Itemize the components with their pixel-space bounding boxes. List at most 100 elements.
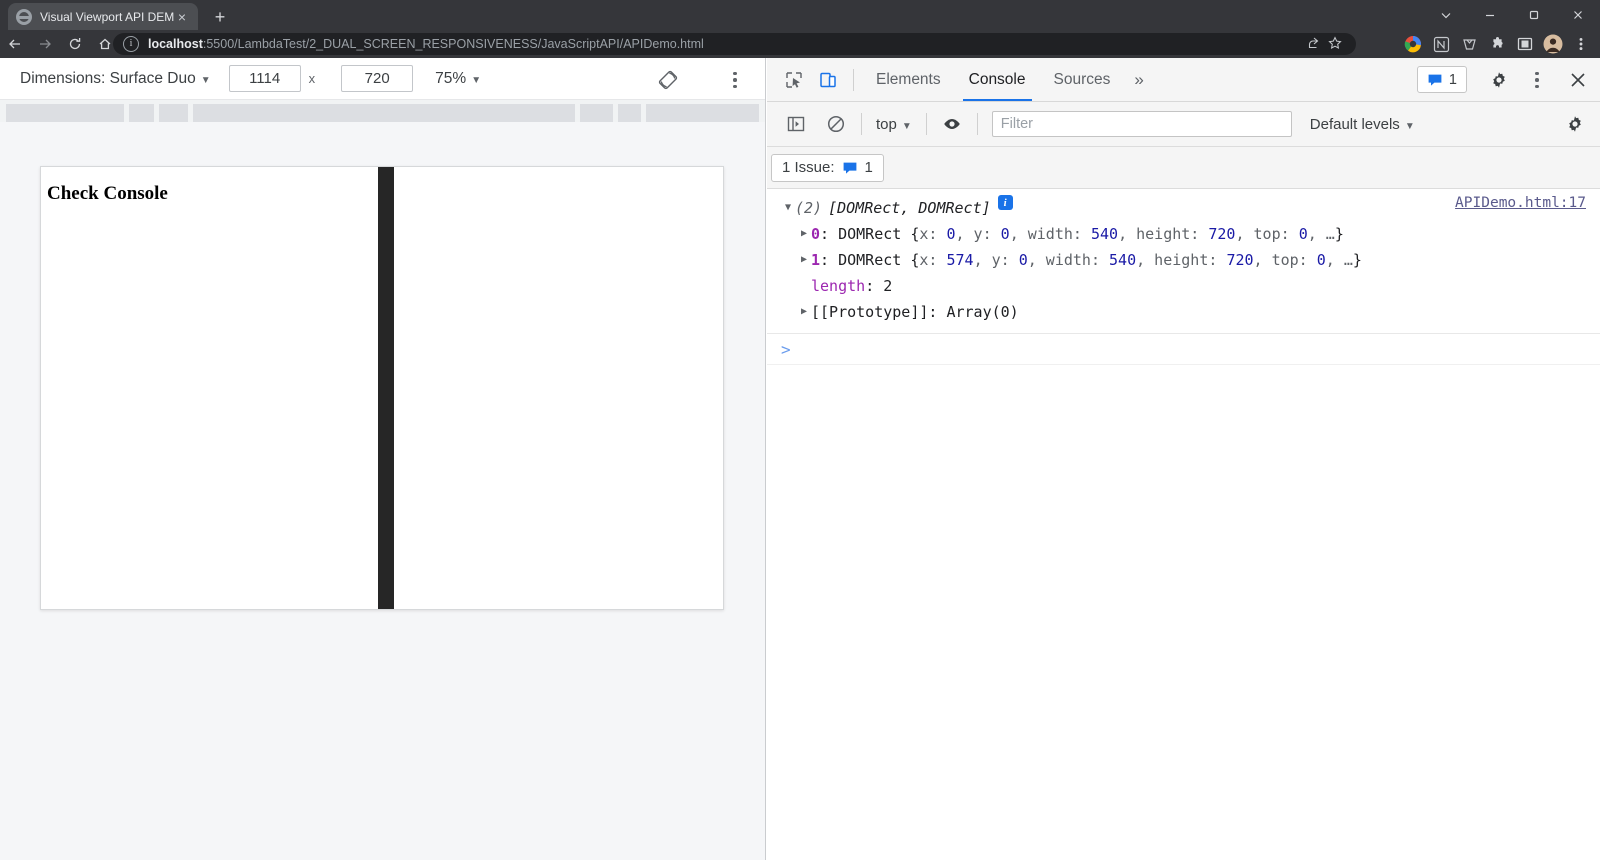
console-toolbar: top ▼ Filter Default levels ▼ (767, 102, 1600, 147)
kebab-dot (733, 71, 737, 76)
tab-strip-bar: Visual Viewport API DEMO. × + (0, 0, 1600, 30)
app-icon[interactable] (1456, 31, 1482, 57)
prototype-key: [[Prototype]] (811, 303, 929, 321)
chrome-menu-kebab[interactable] (1568, 31, 1594, 57)
browser-tab[interactable]: Visual Viewport API DEMO. × (8, 3, 198, 30)
length-value: 2 (883, 277, 893, 295)
tab-title: Visual Viewport API DEMO. (40, 9, 174, 24)
extensions-puzzle-icon[interactable] (1484, 31, 1510, 57)
divider (853, 68, 854, 91)
back-icon[interactable] (0, 30, 30, 58)
divider (976, 113, 978, 135)
devtools-header: Elements Console Sources » 1 (767, 58, 1600, 102)
site-info-icon[interactable]: i (123, 36, 139, 52)
item-type: DOMRect (838, 251, 902, 269)
array-item-row[interactable]: ▶ 0 : DOMRect {x: 0, y: 0, width: 540, h… (781, 221, 1590, 247)
item-type: DOMRect (838, 225, 902, 243)
device-viewport-wrapper: Check Console (40, 166, 724, 610)
page-viewport[interactable]: Check Console (40, 166, 724, 610)
clear-console-icon[interactable] (819, 109, 853, 139)
console-log-entry[interactable]: APIDemo.html:17 ▼ (2) [DOMRect, DOMRect] … (767, 189, 1600, 334)
zoom-dropdown[interactable]: 75% ▼ (435, 70, 481, 88)
log-levels-dropdown[interactable]: Default levels ▼ (1310, 116, 1415, 133)
new-tab-button[interactable]: + (208, 5, 232, 29)
chevron-down-icon: ▼ (200, 74, 211, 86)
source-link[interactable]: APIDemo.html:17 (1455, 195, 1586, 211)
tab-console[interactable]: Console (955, 58, 1040, 101)
gear-icon[interactable] (1486, 67, 1512, 93)
toggle-device-toolbar-icon[interactable] (811, 65, 845, 95)
page-title: Check Console (47, 183, 168, 204)
filter-input[interactable]: Filter (991, 111, 1292, 137)
rotate-device-icon[interactable] (655, 67, 681, 93)
avatar[interactable] (1540, 31, 1566, 57)
device-dimensions-label: Dimensions: Surface Duo (20, 69, 196, 87)
device-toolbar: Dimensions: Surface Duo ▼ 1114 x 720 75% ▼ (0, 58, 765, 100)
divider (925, 113, 927, 135)
dimension-separator: x (308, 71, 316, 86)
issues-badge-button[interactable]: 1 (1416, 66, 1467, 93)
ruler-segment (618, 104, 641, 122)
live-expression-eye-icon[interactable] (935, 109, 969, 139)
info-badge-icon[interactable]: i (997, 195, 1013, 210)
restore-icon[interactable] (1512, 0, 1556, 30)
devtools-menu-kebab[interactable] (1524, 66, 1550, 94)
tab-elements[interactable]: Elements (862, 58, 955, 101)
array-item-row[interactable]: ▶ 1 : DOMRect {x: 574, y: 0, width: 540,… (781, 247, 1590, 273)
close-devtools-icon[interactable] (1564, 67, 1592, 93)
length-colon: : (865, 277, 884, 295)
close-icon[interactable] (1556, 0, 1600, 30)
issue-message-icon (843, 162, 856, 174)
viewport-width-input[interactable]: 1114 (228, 65, 301, 92)
device-dimensions-dropdown[interactable]: Dimensions: Surface Duo ▼ (20, 70, 211, 88)
bookmark-star-icon[interactable] (1324, 35, 1346, 53)
url-path: :5500/LambdaTest/2_DUAL_SCREEN_RESPONSIV… (202, 37, 704, 51)
close-icon[interactable]: × (174, 10, 190, 24)
chevron-down-icon: ▼ (901, 120, 912, 132)
length-row: length : 2 (781, 273, 1590, 299)
divider (861, 113, 862, 135)
ruler-segment (6, 104, 124, 122)
issue-message-icon (1428, 74, 1442, 86)
issues-label: 1 Issue: (782, 159, 835, 176)
inspect-element-icon[interactable] (777, 65, 811, 95)
chevron-down-icon[interactable]: ▼ (781, 195, 795, 221)
ruler-segment (580, 104, 613, 122)
kebab-dot (1535, 78, 1539, 82)
browser-toolbar-icons (1400, 31, 1594, 57)
tab-strip: Visual Viewport API DEMO. × + (0, 0, 1600, 30)
device-options-kebab[interactable] (722, 66, 748, 94)
notion-icon[interactable] (1428, 31, 1454, 57)
console-sidebar-icon[interactable] (779, 109, 813, 139)
viewport-height-input[interactable]: 720 (341, 65, 414, 92)
minimize-icon[interactable] (1468, 0, 1512, 30)
share-icon[interactable] (1302, 36, 1324, 53)
item-body: {x: 0, y: 0, width: 540, height: 720, to… (910, 225, 1344, 243)
issues-summary-button[interactable]: 1 Issue: 1 (771, 153, 884, 182)
chevron-right-icon[interactable]: ▶ (797, 247, 811, 273)
prototype-row[interactable]: ▶ [[Prototype]] : Array(0) (781, 299, 1590, 325)
device-resize-ruler[interactable] (0, 100, 765, 122)
console-settings-gear-icon[interactable] (1562, 111, 1588, 137)
item-colon: : (820, 251, 839, 269)
ruler-segment (159, 104, 188, 122)
chevron-right-icon[interactable]: ▶ (797, 221, 811, 247)
tab-sources[interactable]: Sources (1040, 58, 1125, 101)
ruler-segment (193, 104, 575, 122)
profile-circle-icon[interactable] (1400, 31, 1426, 57)
forward-icon[interactable] (30, 30, 60, 58)
execution-context-dropdown[interactable]: top ▼ (876, 116, 912, 133)
console-output[interactable]: APIDemo.html:17 ▼ (2) [DOMRect, DOMRect] … (767, 189, 1600, 860)
more-tabs-icon[interactable]: » (1124, 70, 1153, 90)
address-bar[interactable]: i localhost:5500/LambdaTest/2_DUAL_SCREE… (113, 33, 1356, 55)
item-colon: : (820, 225, 839, 243)
panel-icon[interactable] (1512, 31, 1538, 57)
zoom-value: 75% (435, 69, 467, 87)
chevron-right-icon[interactable]: ▶ (797, 299, 811, 325)
ruler-segment (646, 104, 759, 122)
device-mode-pane: Dimensions: Surface Duo ▼ 1114 x 720 75% ▼ (0, 58, 766, 860)
kebab-dot (733, 84, 737, 89)
chevron-down-icon[interactable] (1424, 0, 1468, 30)
console-prompt[interactable]: > (767, 334, 1600, 365)
reload-icon[interactable] (60, 30, 90, 58)
